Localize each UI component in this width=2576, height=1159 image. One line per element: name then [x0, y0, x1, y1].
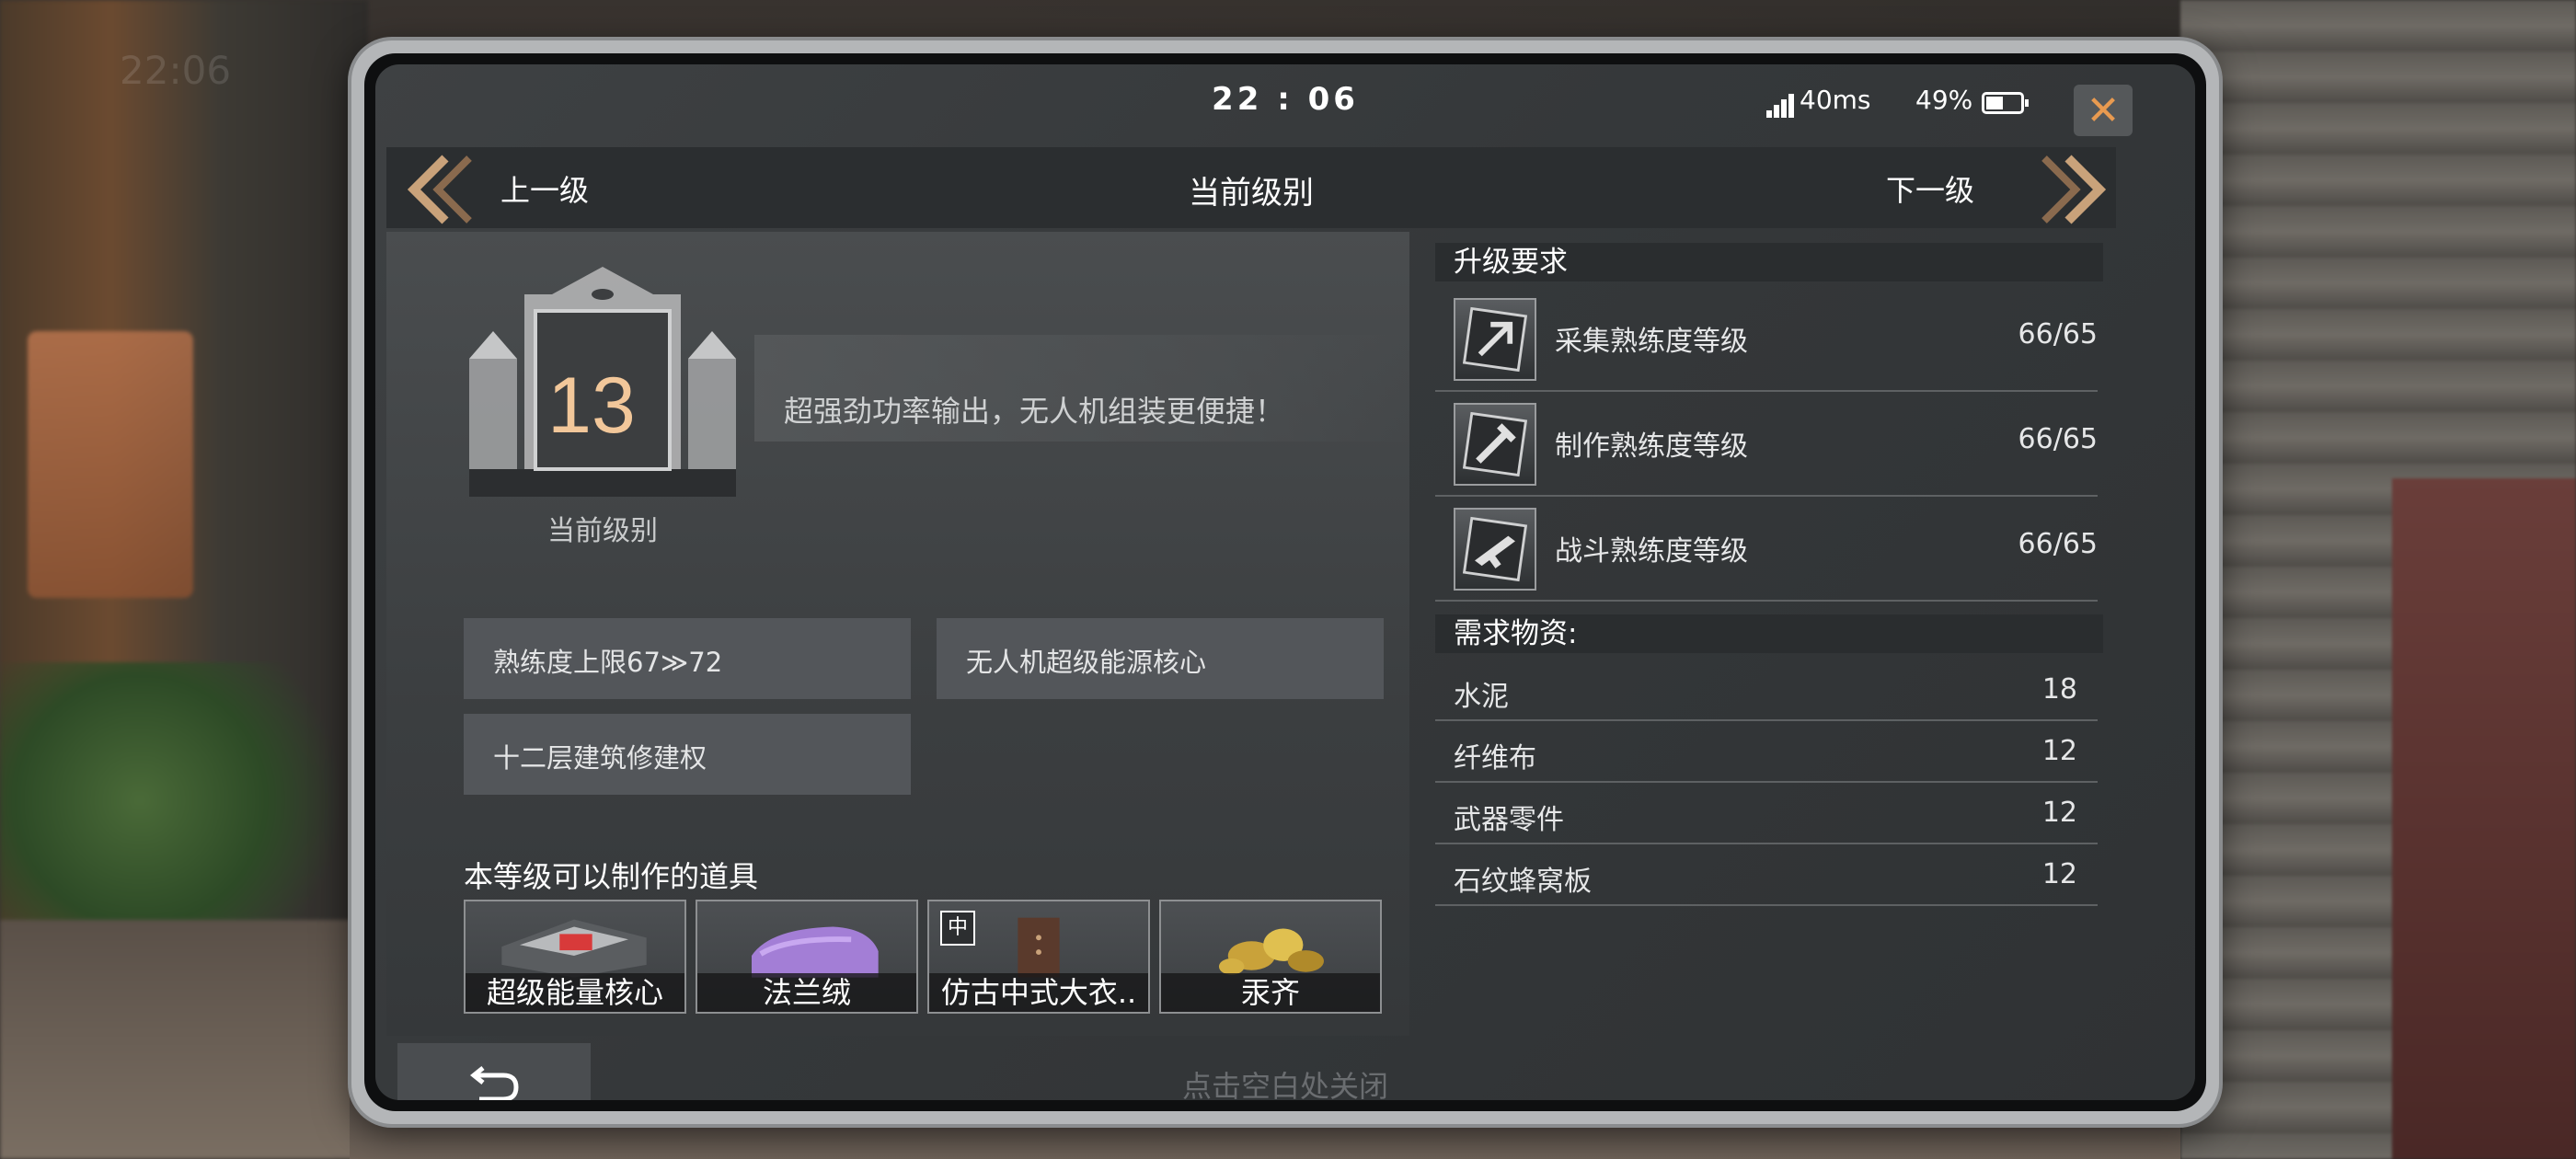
background-plant [0, 662, 350, 938]
requirement-value: 66/65 [2018, 423, 2098, 455]
craft-item-energy-core[interactable]: 超级能量核心 [464, 900, 686, 1014]
materials-title: 需求物资: [1435, 614, 2103, 653]
requirement-value: 66/65 [2018, 528, 2098, 560]
level-caption: 当前级别 [547, 515, 658, 547]
material-label: 纤维布 [1454, 742, 1536, 775]
ping-value: 40ms [1800, 85, 1871, 115]
level-info-panel: 13 当前级别 超强劲功率输出，无人机组装更便捷！ 熟练度上限67≫72 无人机… [386, 232, 1409, 1036]
requirement-value: 66/65 [2018, 318, 2098, 350]
battery-icon [1982, 92, 2029, 114]
material-value: 12 [2041, 858, 2077, 890]
material-value: 12 [2041, 797, 2077, 829]
background-door [2392, 478, 2576, 1159]
craft-item-flannel[interactable]: 法兰绒 [696, 900, 918, 1014]
level-description: 超强劲功率输出，无人机组装更便捷！ [784, 394, 1285, 429]
material-label: 武器零件 [1454, 804, 1564, 836]
tablet-bezel: 22 : 06 40ms 49% ✕ 上一级 当前级别 下一级 13 当前级别 … [364, 53, 2206, 1111]
close-button[interactable]: ✕ [2074, 85, 2133, 136]
material-row-fiber-cloth: 纤维布 12 [1435, 720, 2098, 783]
requirement-label: 采集熟练度等级 [1555, 326, 1748, 358]
material-label: 石纹蜂窝板 [1454, 866, 1592, 898]
close-hint[interactable]: 点击空白处关闭 [375, 1063, 2195, 1100]
craft-skill-icon [1454, 403, 1536, 486]
background-left [0, 0, 368, 1159]
size-badge: 中 [940, 911, 975, 946]
craft-item-name: 法兰绒 [697, 973, 916, 1012]
nav-title: 当前级别 [1189, 175, 1314, 212]
requirement-row-gather: 采集熟练度等级 66/65 [1435, 285, 2098, 392]
craft-item-amalgam[interactable]: 汞齐 [1159, 900, 1382, 1014]
craft-item-name: 超级能量核心 [466, 973, 684, 1012]
background-right [2180, 0, 2576, 1159]
level-nav-bar: 上一级 当前级别 下一级 [386, 147, 2116, 228]
requirement-row-combat: 战斗熟练度等级 66/65 [1435, 495, 2098, 602]
perk-drone-core: 无人机超级能源核心 [937, 618, 1384, 699]
signal-icon [1766, 92, 1796, 118]
flannel-icon [752, 926, 879, 978]
energy-core-icon [501, 919, 647, 978]
background-clock: 22:06 [120, 48, 232, 93]
gather-skill-icon [1454, 298, 1536, 381]
requirements-title: 升级要求 [1435, 243, 2103, 281]
craft-item-name: 汞齐 [1161, 973, 1380, 1012]
craftable-title: 本等级可以制作的道具 [464, 859, 759, 894]
requirement-row-craft: 制作熟练度等级 66/65 [1435, 390, 2098, 497]
perk-building-right: 十二层建筑修建权 [464, 714, 911, 795]
background-floor [0, 920, 368, 1159]
requirement-label: 战斗熟练度等级 [1555, 535, 1748, 568]
craft-item-name: 仿古中式大衣.. [929, 973, 1148, 1012]
material-value: 18 [2041, 673, 2077, 706]
next-chevron-icon[interactable] [2026, 155, 2109, 224]
combat-skill-icon [1454, 508, 1536, 591]
background-wood [28, 331, 193, 598]
material-row-cement: 水泥 18 [1435, 659, 2098, 721]
battery-percent: 49% [1915, 85, 1973, 115]
requirements-panel: 升级要求 采集熟练度等级 66/65 制作熟练度等级 66/65 战斗熟练度等级… [1419, 232, 2116, 1036]
amalgam-icon [1218, 928, 1325, 975]
status-bar: 22 : 06 40ms 49% ✕ [375, 64, 2195, 136]
level-number: 13 [547, 361, 636, 450]
tablet-frame: 22 : 06 40ms 49% ✕ 上一级 当前级别 下一级 13 当前级别 … [351, 40, 2219, 1124]
requirement-label: 制作熟练度等级 [1555, 430, 1748, 463]
material-value: 12 [2041, 735, 2077, 767]
craft-item-coat[interactable]: 中 仿古中式大衣.. [927, 900, 1150, 1014]
close-icon: ✕ [2086, 86, 2121, 134]
tablet-screen: 22 : 06 40ms 49% ✕ 上一级 当前级别 下一级 13 当前级别 … [375, 64, 2195, 1100]
material-row-stone-panel: 石纹蜂窝板 12 [1435, 843, 2098, 906]
material-row-weapon-parts: 武器零件 12 [1435, 782, 2098, 844]
battery-fill [1986, 97, 2003, 109]
material-label: 水泥 [1454, 681, 1509, 713]
next-level-button[interactable]: 下一级 [1886, 167, 1974, 210]
perk-proficiency-cap: 熟练度上限67≫72 [464, 618, 911, 699]
